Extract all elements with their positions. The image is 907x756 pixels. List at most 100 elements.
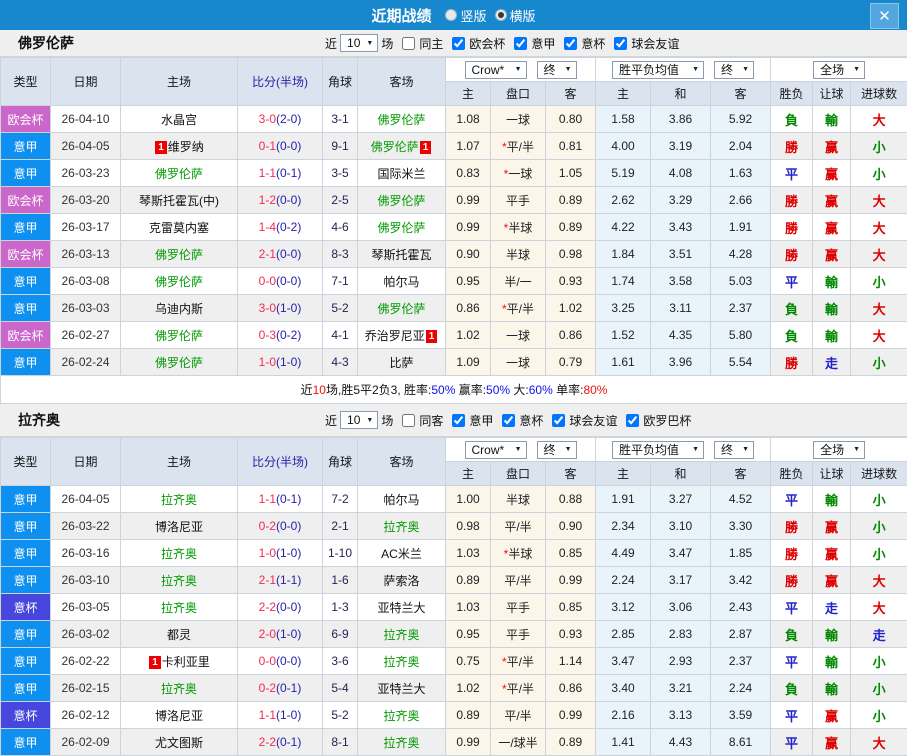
half-time-score: (0-1) — [276, 735, 301, 749]
odds-handicap-value: *半球 — [491, 540, 546, 567]
league-filter-checkbox[interactable] — [452, 414, 465, 427]
layout-radio[interactable] — [445, 9, 457, 21]
recent-count-select[interactable]: 10▼ — [340, 34, 378, 52]
avg-stage-select[interactable]: 终▼ — [714, 441, 754, 459]
result-outcome: 勝 — [771, 513, 813, 540]
avg-away-value: 1.85 — [711, 540, 771, 567]
home-team-cell: 佛罗伦萨 — [121, 322, 238, 349]
full-time-score: 0-2 — [259, 519, 276, 533]
league-filter-label: 球会友谊 — [631, 35, 679, 52]
odds-home-value: 0.99 — [446, 214, 491, 241]
odds-stage-select[interactable]: 终▼ — [537, 441, 577, 459]
away-team-name: 帕尔马 — [383, 493, 419, 507]
odds-group-dropdowns: Crow*▼终▼ — [446, 61, 595, 79]
home-team-name: 水晶宫 — [161, 113, 197, 127]
league-filter-checkbox[interactable] — [452, 37, 465, 50]
team-title: 佛罗伦萨 — [18, 33, 74, 53]
home-team-name: 都灵 — [167, 628, 191, 642]
result-handicap: 赢 — [813, 729, 851, 756]
result-goals: 大 — [851, 322, 907, 349]
avg-home-value: 5.19 — [596, 160, 651, 187]
league-type-badge: 意甲 — [1, 621, 51, 648]
odds-home-value: 1.02 — [446, 322, 491, 349]
sub-column-header: 进球数 — [851, 82, 907, 106]
full-time-score: 1-2 — [259, 193, 276, 207]
result-outcome: 平 — [771, 268, 813, 295]
result-outcome: 負 — [771, 621, 813, 648]
away-team-cell: 佛罗伦萨1 — [358, 133, 446, 160]
sub-column-header: 客 — [546, 82, 596, 106]
match-scope-select[interactable]: 全场▼ — [813, 441, 865, 459]
league-filter-checkbox[interactable] — [502, 414, 515, 427]
match-row: 欧会杯26-04-10水晶宫3-0(2-0)3-1佛罗伦萨1.08一球0.801… — [1, 106, 907, 133]
home-team-name: 佛罗伦萨 — [155, 167, 203, 181]
odds-home-value: 0.89 — [446, 567, 491, 594]
odds-company-select[interactable]: Crow*▼ — [465, 441, 527, 459]
result-outcome: 負 — [771, 322, 813, 349]
league-filter-checkbox[interactable] — [514, 37, 527, 50]
avg-stage-select[interactable]: 终▼ — [714, 61, 754, 79]
odds-away-value: 0.80 — [546, 106, 596, 133]
home-team-name: 拉齐奥 — [161, 682, 197, 696]
sub-column-header: 胜负 — [771, 462, 813, 486]
match-scope-select[interactable]: 全场▼ — [813, 61, 865, 79]
recent-count-select-value: 10 — [347, 36, 360, 50]
result-handicap: 輸 — [813, 486, 851, 513]
odds-stage-select-value: 终 — [544, 61, 556, 78]
odds-away-value: 0.98 — [546, 241, 596, 268]
league-filter-checkbox[interactable] — [614, 37, 627, 50]
match-row: 意甲26-02-24佛罗伦萨1-0(1-0)4-3比萨1.09一球0.791.6… — [1, 349, 907, 376]
match-row: 意甲26-03-03乌迪内斯3-0(1-0)5-2佛罗伦萨0.86*平/半1.0… — [1, 295, 907, 322]
match-row: 意甲26-03-23佛罗伦萨1-1(0-1)3-5国际米兰0.83*一球1.05… — [1, 160, 907, 187]
close-button[interactable]: ✕ — [870, 3, 899, 29]
league-filter-checkbox[interactable] — [552, 414, 565, 427]
odds-home-value: 0.83 — [446, 160, 491, 187]
match-date: 26-02-15 — [51, 675, 121, 702]
score-cell: 2-2(0-1) — [238, 729, 323, 756]
odds-away-value: 0.85 — [546, 540, 596, 567]
chevron-down-icon: ▼ — [742, 66, 749, 73]
league-filter-checkbox[interactable] — [626, 414, 639, 427]
layout-radio[interactable] — [495, 9, 507, 21]
odds-stage-select[interactable]: 终▼ — [537, 61, 577, 79]
same-venue-checkbox[interactable] — [402, 414, 415, 427]
match-row: 意甲26-04-05拉齐奥1-1(0-1)7-2帕尔马1.00半球0.881.9… — [1, 486, 907, 513]
result-handicap: 輸 — [813, 268, 851, 295]
league-type-badge: 意甲 — [1, 567, 51, 594]
odds-home-value: 1.03 — [446, 540, 491, 567]
league-filter-label: 意杯 — [519, 412, 543, 429]
avg-home-value: 1.58 — [596, 106, 651, 133]
score-cell: 1-1(0-1) — [238, 486, 323, 513]
match-row: 意甲26-03-02都灵2-0(1-0)6-9拉齐奥0.95平手0.932.85… — [1, 621, 907, 648]
odds-home-value: 0.99 — [446, 729, 491, 756]
home-team-name: 拉齐奥 — [161, 547, 197, 561]
home-team-name: 克雷莫内塞 — [149, 221, 209, 235]
result-handicap: 輸 — [813, 621, 851, 648]
chevron-down-icon: ▼ — [515, 66, 522, 73]
sub-column-header: 主 — [446, 462, 491, 486]
odds-company-select[interactable]: Crow*▼ — [465, 61, 527, 79]
handicap-star: * — [502, 140, 507, 154]
avg-draw-value: 3.58 — [651, 268, 711, 295]
summary-segment: 80% — [583, 383, 607, 397]
league-filter-checkbox[interactable] — [564, 37, 577, 50]
result-outcome: 平 — [771, 729, 813, 756]
away-team-name: 萨索洛 — [383, 574, 419, 588]
avg-type-select-value: 胜平负均值 — [619, 441, 679, 458]
home-team-name: 拉齐奥 — [161, 574, 197, 588]
avg-home-value: 3.25 — [596, 295, 651, 322]
result-group-header: 全场▼ — [771, 438, 907, 462]
same-venue-checkbox[interactable] — [402, 37, 415, 50]
red-card-badge: 1 — [426, 330, 438, 343]
away-team-cell: 琴斯托霍瓦 — [358, 241, 446, 268]
recent-count-select[interactable]: 10▼ — [340, 411, 378, 429]
league-type-badge: 欧会杯 — [1, 106, 51, 133]
score-cell: 1-1(1-0) — [238, 702, 323, 729]
avg-type-select[interactable]: 胜平负均值▼ — [612, 61, 704, 79]
away-team-cell: 国际米兰 — [358, 160, 446, 187]
avg-type-select[interactable]: 胜平负均值▼ — [612, 441, 704, 459]
odds-handicap-value: 半球 — [491, 241, 546, 268]
full-time-score: 0-0 — [259, 274, 276, 288]
avg-stage-select-value: 终 — [721, 61, 733, 78]
summary-segment: 大: — [510, 383, 529, 397]
